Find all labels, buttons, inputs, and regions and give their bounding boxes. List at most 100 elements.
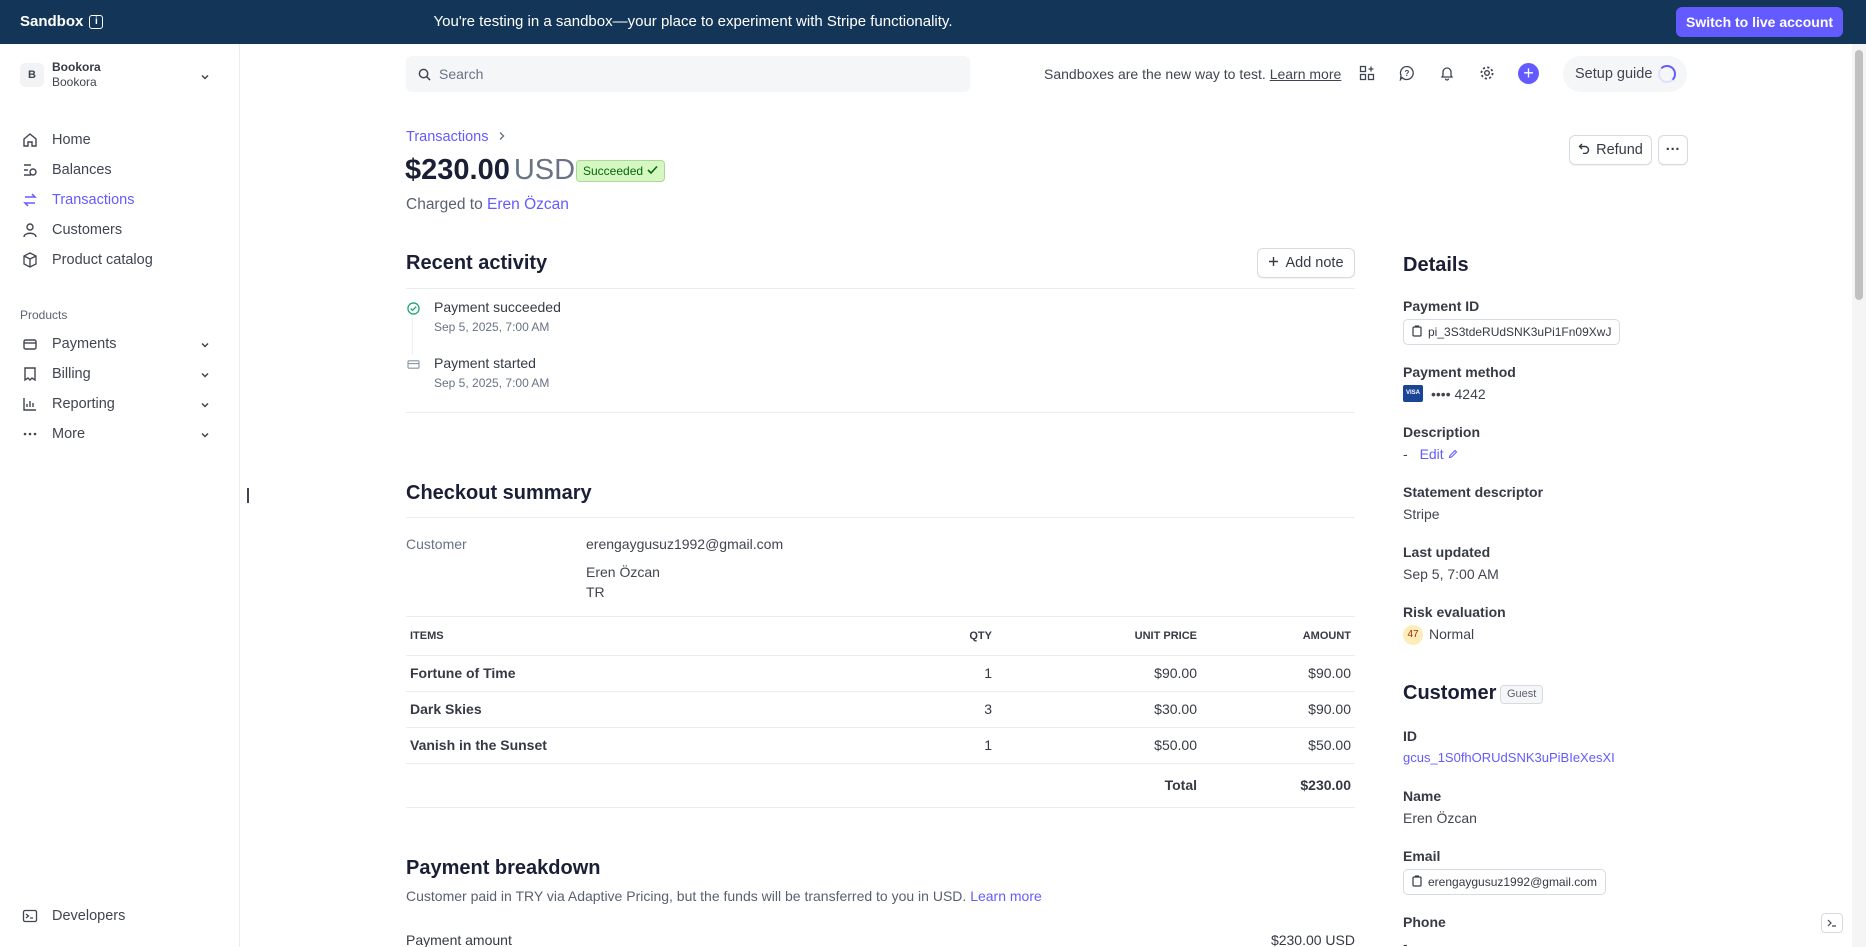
item-unit-price: $50.00 (996, 727, 1201, 764)
customer-name: Eren Özcan (586, 564, 660, 580)
customer-name-label: Name (1403, 788, 1442, 804)
account-name: Bookora (52, 60, 101, 74)
sidebar-resize-handle[interactable] (247, 488, 249, 503)
balances-icon (20, 160, 40, 180)
sidebar-item-label: Transactions (52, 192, 135, 208)
activity-title: Payment succeeded (434, 299, 561, 315)
description-label: Description (1403, 424, 1481, 440)
setup-guide-button[interactable]: Setup guide (1563, 56, 1687, 92)
switch-to-live-button[interactable]: Switch to live account (1676, 7, 1844, 37)
search-placeholder: Search (439, 66, 484, 82)
status-label: Succeeded (583, 164, 644, 178)
table-row: Fortune of Time 1 $90.00 $90.00 (406, 655, 1355, 692)
sidebar-item-developers[interactable]: Developers (20, 904, 220, 928)
statement-descriptor-value: Stripe (1403, 506, 1440, 522)
sidebar-item-billing[interactable]: Billing (20, 362, 220, 386)
risk-level: Normal (1429, 626, 1475, 642)
check-circle-icon (406, 301, 420, 315)
sandbox-note: Sandboxes are the new way to test. Learn… (1044, 66, 1341, 82)
breadcrumb[interactable]: Transactions (406, 129, 506, 145)
scrollbar-thumb[interactable] (1855, 50, 1863, 300)
item-name: Fortune of Time (406, 655, 826, 692)
search-input[interactable]: Search (406, 56, 970, 92)
sidebar-item-customers[interactable]: Customers (20, 218, 220, 242)
payment-id-copy[interactable]: pi_3S3tdeRUdSNK3uPi1Fn09XwJ (1403, 319, 1621, 345)
sidebar: B Bookora Bookora Home Balances Transact… (0, 44, 240, 947)
item-qty: 1 (826, 727, 996, 764)
sidebar-item-label: Customers (52, 222, 123, 238)
sidebar-item-label: Developers (52, 908, 126, 924)
sidebar-section-products: Products (20, 308, 68, 322)
home-icon (20, 130, 40, 150)
breakdown-description-text: Customer paid in TRY via Adaptive Pricin… (406, 888, 967, 904)
more-dots-icon: ··· (1665, 142, 1681, 158)
learn-more-link[interactable]: Learn more (1270, 66, 1342, 82)
card-icon (406, 357, 420, 371)
statement-descriptor-label: Statement descriptor (1403, 484, 1544, 500)
activity-title: Payment started (434, 355, 536, 371)
table-row: Vanish in the Sunset 1 $50.00 $50.00 (406, 727, 1355, 764)
details-title: Details (1403, 254, 1469, 276)
chevron-down-icon (200, 368, 210, 384)
payment-amount: $230.00 USD (405, 154, 575, 187)
learn-more-link[interactable]: Learn more (970, 888, 1042, 904)
sidebar-item-reporting[interactable]: Reporting (20, 392, 220, 416)
page-scrollbar[interactable] (1852, 44, 1866, 947)
progress-ring-icon (1658, 65, 1676, 83)
sidebar-item-product-catalog[interactable]: Product catalog (20, 248, 220, 272)
total-row: Total $230.00 (406, 763, 1355, 808)
description-empty: - (1403, 446, 1408, 462)
guest-badge: Guest (1500, 685, 1544, 704)
customer-link[interactable]: Eren Özcan (487, 196, 569, 213)
bell-icon[interactable] (1436, 62, 1458, 84)
refund-label: Refund (1596, 142, 1643, 158)
charged-to: Charged to Eren Özcan (406, 196, 569, 214)
customer-id-link[interactable]: gcus_1S0fhORUdSNK3uPiBIeXesXI (1403, 750, 1615, 765)
recent-activity-title: Recent activity (406, 252, 548, 274)
column-header-amount: AMOUNT (1201, 617, 1355, 656)
item-amount: $90.00 (1201, 655, 1355, 692)
sidebar-item-label: Billing (52, 366, 91, 382)
sidebar-item-balances[interactable]: Balances (20, 158, 220, 182)
column-header-items: ITEMS (406, 617, 826, 656)
item-unit-price: $90.00 (996, 655, 1201, 692)
last-updated-label: Last updated (1403, 544, 1491, 560)
card-last4: •••• 4242 (1431, 386, 1486, 402)
item-unit-price: $30.00 (996, 691, 1201, 728)
sidebar-item-more[interactable]: More (20, 422, 220, 446)
customer-id-label: ID (1403, 728, 1417, 744)
gear-icon[interactable] (1476, 62, 1498, 84)
chevron-down-icon (200, 428, 210, 444)
apps-icon[interactable] (1356, 62, 1378, 84)
reporting-icon (20, 394, 40, 414)
refund-button[interactable]: Refund (1569, 135, 1652, 165)
terminal-icon (20, 906, 40, 926)
more-actions-button[interactable]: ··· (1658, 135, 1688, 165)
customer-phone-value: - (1403, 936, 1408, 947)
create-plus-icon[interactable]: + (1518, 63, 1539, 84)
sidebar-item-transactions[interactable]: Transactions (20, 188, 220, 212)
item-name: Dark Skies (406, 691, 826, 728)
risk-evaluation-label: Risk evaluation (1403, 604, 1506, 620)
account-avatar: B (20, 63, 44, 87)
customer-label: Customer (406, 536, 467, 552)
activity-date: Sep 5, 2025, 7:00 AM (434, 376, 550, 390)
customer-email-copy[interactable]: erengaygusuz1992@gmail.com (1403, 869, 1606, 895)
customer-email-value: erengaygusuz1992@gmail.com (1428, 875, 1597, 889)
amount-currency: USD (513, 154, 576, 186)
sidebar-item-home[interactable]: Home (20, 128, 220, 152)
chevron-down-icon (200, 69, 210, 85)
payment-amount-row: Payment amount $230.00 USD (406, 932, 1355, 947)
edit-description-link[interactable]: Edit (1420, 446, 1458, 462)
account-subname: Bookora (52, 75, 97, 89)
table-row: Dark Skies 3 $30.00 $90.00 (406, 691, 1355, 728)
breadcrumb-transactions[interactable]: Transactions (406, 129, 488, 145)
plus-icon (1268, 255, 1279, 271)
activity-date: Sep 5, 2025, 7:00 AM (434, 320, 550, 334)
shell-terminal-icon[interactable] (1821, 913, 1843, 933)
transactions-icon (20, 190, 40, 210)
help-icon[interactable]: ? (1396, 62, 1418, 84)
account-switcher[interactable]: B Bookora Bookora (20, 58, 220, 92)
sidebar-item-payments[interactable]: Payments (20, 332, 220, 356)
add-note-button[interactable]: Add note (1257, 248, 1355, 278)
